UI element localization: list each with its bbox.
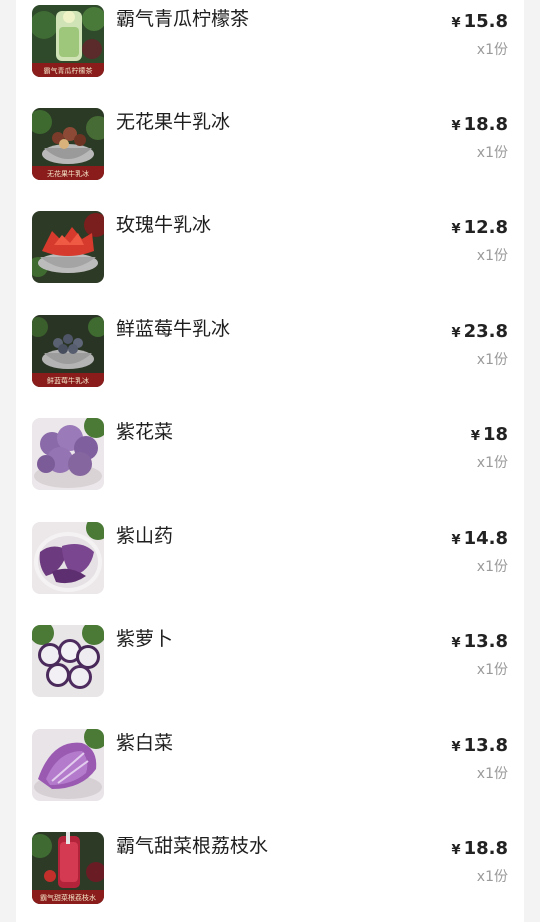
- item-quantity: x1份: [476, 455, 508, 471]
- currency-symbol: ¥: [451, 326, 461, 341]
- item-price: ¥23.8: [452, 321, 508, 342]
- order-item[interactable]: 紫山药 ¥14.8 x1份: [16, 522, 524, 612]
- item-image-fig-milk-ice: 无花果牛乳冰: [32, 108, 104, 180]
- currency-symbol: ¥: [451, 740, 461, 755]
- price-amount: 18.8: [463, 114, 508, 135]
- item-image-blueberry-milk-ice: 鲜蓝莓牛乳冰: [32, 315, 104, 387]
- item-quantity: x1份: [476, 662, 508, 678]
- currency-symbol: ¥: [451, 843, 461, 858]
- item-price: ¥13.8: [452, 735, 508, 756]
- order-item[interactable]: 无花果牛乳冰 无花果牛乳冰 ¥18.8 x1份: [16, 108, 524, 198]
- price-amount: 12.8: [463, 217, 508, 238]
- item-image-purple-cauliflower: [32, 418, 104, 490]
- price-amount: 18: [482, 424, 508, 445]
- item-quantity: x1份: [476, 559, 508, 575]
- item-quantity: x1份: [476, 145, 508, 161]
- order-item[interactable]: 鲜蓝莓牛乳冰 鲜蓝莓牛乳冰 ¥23.8 x1份: [16, 315, 524, 405]
- order-item[interactable]: 霸气甜菜根荔枝水 霸气甜菜根荔枝水 ¥18.8 x1份: [16, 832, 524, 922]
- item-name: 紫山药: [116, 525, 174, 547]
- price-amount: 13.8: [463, 631, 508, 652]
- item-image-purple-radish: [32, 625, 104, 697]
- item-quantity: x1份: [476, 352, 508, 368]
- currency-symbol: ¥: [451, 636, 461, 651]
- item-image-purple-cabbage: [32, 729, 104, 801]
- order-item[interactable]: 玫瑰牛乳冰 ¥12.8 x1份: [16, 211, 524, 301]
- item-quantity: x1份: [476, 42, 508, 58]
- price-amount: 23.8: [463, 321, 508, 342]
- price-amount: 13.8: [463, 735, 508, 756]
- item-image-caption: 霸气甜菜根荔枝水: [40, 893, 96, 902]
- currency-symbol: ¥: [470, 429, 480, 444]
- price-amount: 15.8: [463, 11, 508, 32]
- price-amount: 18.8: [463, 838, 508, 859]
- order-item-list: 霸气青瓜柠檬茶 霸气青瓜柠檬茶 ¥15.8 x1份 无花果牛乳冰 无花果牛乳冰: [16, 0, 524, 922]
- currency-symbol: ¥: [451, 222, 461, 237]
- order-item[interactable]: 紫萝卜 ¥13.8 x1份: [16, 625, 524, 715]
- item-price: ¥18.8: [452, 838, 508, 859]
- item-quantity: x1份: [476, 869, 508, 885]
- item-image-beetroot-lychee-drink: 霸气甜菜根荔枝水: [32, 832, 104, 904]
- item-price: ¥14.8: [452, 528, 508, 549]
- item-price: ¥13.8: [452, 631, 508, 652]
- currency-symbol: ¥: [451, 533, 461, 548]
- item-image-cucumber-lemon-tea: 霸气青瓜柠檬茶: [32, 5, 104, 77]
- item-name: 鲜蓝莓牛乳冰: [116, 318, 231, 340]
- order-item[interactable]: 紫白菜 ¥13.8 x1份: [16, 729, 524, 819]
- item-image-purple-yam: [32, 522, 104, 594]
- item-name: 紫花菜: [116, 421, 174, 443]
- item-name: 紫白菜: [116, 732, 174, 754]
- currency-symbol: ¥: [451, 16, 461, 31]
- order-item[interactable]: 霸气青瓜柠檬茶 霸气青瓜柠檬茶 ¥15.8 x1份: [16, 5, 524, 95]
- item-name: 霸气甜菜根荔枝水: [116, 835, 269, 857]
- item-name: 紫萝卜: [116, 628, 174, 650]
- item-name: 无花果牛乳冰: [116, 111, 231, 133]
- item-image-caption: 霸气青瓜柠檬茶: [44, 66, 93, 75]
- item-price: ¥12.8: [452, 217, 508, 238]
- price-amount: 14.8: [463, 528, 508, 549]
- currency-symbol: ¥: [451, 119, 461, 134]
- item-price: ¥18.8: [452, 114, 508, 135]
- item-image-caption: 鲜蓝莓牛乳冰: [47, 376, 89, 385]
- item-name: 霸气青瓜柠檬茶: [116, 8, 250, 30]
- item-name: 玫瑰牛乳冰: [116, 214, 212, 236]
- order-item[interactable]: 紫花菜 ¥18 x1份: [16, 418, 524, 508]
- item-quantity: x1份: [476, 766, 508, 782]
- item-image-caption: 无花果牛乳冰: [47, 169, 89, 178]
- item-price: ¥18: [471, 424, 508, 445]
- item-price: ¥15.8: [452, 11, 508, 32]
- item-quantity: x1份: [476, 248, 508, 264]
- item-image-rose-milk-ice: [32, 211, 104, 283]
